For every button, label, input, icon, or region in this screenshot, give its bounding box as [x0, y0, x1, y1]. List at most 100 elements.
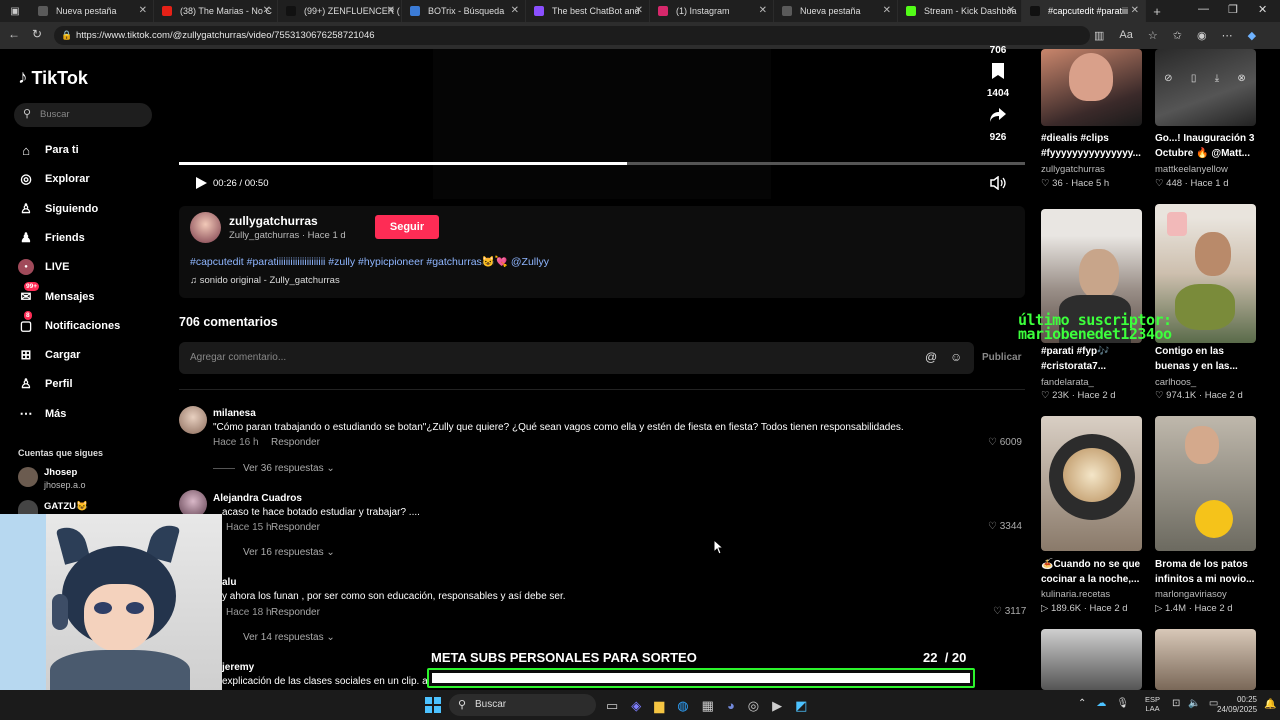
following-name[interactable]: Jhosep — [44, 467, 77, 478]
close-window-icon[interactable]: ✕ — [1258, 3, 1267, 16]
app-icon[interactable]: ◩ — [795, 698, 807, 714]
publish-button[interactable]: Publicar — [982, 352, 1021, 363]
volume-icon[interactable] — [990, 175, 1006, 193]
close-tab-icon[interactable]: ✕ — [1131, 5, 1139, 16]
sidebar-item-más[interactable]: ⋯ Más — [18, 406, 67, 422]
close-tab-icon[interactable]: ✕ — [139, 5, 147, 16]
favorite-star-icon[interactable]: ☆ — [1148, 29, 1158, 42]
author-name[interactable]: zullygatchurras — [229, 214, 318, 228]
video-progress-bar[interactable] — [179, 162, 1025, 165]
chevron-up-icon[interactable]: ⌃ — [1078, 698, 1086, 709]
windows-start-icon[interactable] — [425, 697, 441, 718]
post-sound[interactable]: ♫ sonido original - Zully_gatchurras — [190, 275, 340, 286]
task-view-icon[interactable]: ▭ — [606, 698, 618, 714]
comment-likes[interactable]: ♡ 6009 — [988, 437, 1022, 448]
close-tab-icon[interactable]: ✕ — [387, 5, 395, 16]
close-tab-icon[interactable]: ✕ — [511, 5, 519, 16]
post-caption[interactable]: #capcutedit #paratiiiiiiiiiiiiiiiiiiiii … — [190, 255, 549, 268]
discord-icon[interactable]: ◕ — [727, 698, 735, 714]
copilot-icon[interactable]: ◈ — [631, 698, 641, 714]
video-title[interactable]: #diealis #clips #fyyyyyyyyyyyyyyy... — [1041, 131, 1143, 161]
video-title[interactable]: Go...! Inauguración 3 Octubre 🔥 @Matt... — [1155, 131, 1257, 161]
store-icon[interactable]: ▦ — [702, 698, 714, 714]
notifications-icon[interactable]: 🔔 — [1264, 699, 1276, 710]
browser-tab[interactable]: Nueva pestaña ✕ — [774, 0, 898, 22]
volume-icon[interactable]: 🔈 — [1188, 698, 1200, 709]
browser-tab[interactable]: (38) The Marias - No C ✕ — [154, 0, 278, 22]
view-replies-button[interactable]: Ver 36 respuestas ⌄ — [243, 463, 335, 474]
sidebar-item-live[interactable]: ● LIVE — [18, 259, 69, 276]
comment-author[interactable]: milanesa — [213, 408, 256, 419]
reader-icon[interactable]: Aa — [1119, 29, 1132, 42]
video-player[interactable] — [179, 49, 1025, 199]
sidebar-item-explorar[interactable]: ◎ Explorar — [18, 171, 89, 187]
browser-tab[interactable]: #capcutedit #paratiii ✕ — [1022, 0, 1146, 22]
close-tab-icon[interactable]: ✕ — [263, 5, 271, 16]
view-replies-button[interactable]: Ver 14 respuestas ⌄ — [243, 632, 335, 643]
profile-icon[interactable]: ◉ — [1197, 29, 1207, 42]
clock[interactable]: 00:25 24/09/2025 — [1217, 695, 1257, 715]
video-thumbnail[interactable] — [1155, 416, 1256, 551]
comment-likes[interactable]: ♡ 3117 — [993, 606, 1026, 617]
video-title[interactable]: Contigo en las buenas y en las... — [1155, 344, 1257, 374]
language-indicator[interactable]: ESP LAA — [1145, 695, 1160, 713]
video-title[interactable]: #parati #fyp🎶 #cristorata7... — [1041, 344, 1143, 374]
browser-tab[interactable]: Stream - Kick Dashboa ✕ — [898, 0, 1022, 22]
sidebar-item-friends[interactable]: ♟ Friends — [18, 230, 85, 246]
bookmark-icon[interactable] — [990, 62, 1006, 84]
link-icon[interactable]: ⊘ — [1164, 73, 1172, 91]
reply-button[interactable]: Responder — [271, 607, 320, 618]
comment-likes[interactable]: ♡ 3344 — [988, 521, 1022, 532]
network-icon[interactable]: ⊡ — [1172, 698, 1180, 709]
url-field[interactable]: 🔒 https://www.tiktok.com/@zullygatchurra… — [54, 26, 1090, 45]
maximize-icon[interactable]: ❐ — [1228, 3, 1238, 16]
reply-button[interactable]: Responder — [271, 437, 320, 448]
video-author[interactable]: marlongaviriasoy — [1155, 589, 1227, 600]
video-author[interactable]: mattkeelanyellow — [1155, 164, 1228, 175]
reload-icon[interactable]: ↻ — [32, 27, 42, 41]
following-avatar[interactable] — [18, 467, 38, 487]
browser-tab[interactable]: (1) Instagram ✕ — [650, 0, 774, 22]
share-icon[interactable] — [989, 107, 1007, 128]
video-author[interactable]: zullygatchurras — [1041, 164, 1105, 175]
mention-icon[interactable]: @ — [925, 350, 937, 364]
video-author[interactable]: kulinaria.recetas — [1041, 589, 1110, 600]
phone-icon[interactable]: ▯ — [1191, 73, 1197, 91]
sidebar-item-para-ti[interactable]: ⌂ Para ti — [18, 142, 79, 158]
split-screen-icon[interactable]: ▥ — [1094, 29, 1104, 42]
browser-tab[interactable]: The best ChatBot and ✕ — [526, 0, 650, 22]
menu-dots-icon[interactable]: ⋯ — [1222, 29, 1233, 42]
sidebar-item-siguiendo[interactable]: ♙ Siguiendo — [18, 201, 98, 217]
author-avatar[interactable] — [190, 212, 221, 243]
video-thumbnail[interactable]: ⊘ ▯ ⤓ ⊗ — [1155, 49, 1256, 126]
view-replies-button[interactable]: Ver 16 respuestas ⌄ — [243, 547, 335, 558]
tiktok-logo[interactable]: ♪ TikTok — [18, 67, 88, 89]
download-icon[interactable]: ⤓ — [1215, 73, 1219, 91]
close-tab-icon[interactable]: ✕ — [759, 5, 767, 16]
tab-actions-icon[interactable]: ▣ — [0, 0, 30, 22]
video-thumbnail[interactable] — [1041, 416, 1142, 551]
video-author[interactable]: fandelarata_ — [1041, 377, 1094, 388]
favorites-icon[interactable]: ✩ — [1173, 29, 1182, 42]
emoji-icon[interactable]: ☺ — [950, 350, 962, 364]
comment-author[interactable]: jeremy — [222, 662, 254, 673]
sidebar-item-mensajes[interactable]: ✉ 99+ Mensajes — [18, 281, 95, 305]
microphone-icon[interactable]: 🎙 — [1116, 698, 1129, 709]
video-title[interactable]: Broma de los patos infinitos a mi novio.… — [1155, 557, 1257, 587]
taskbar-search[interactable]: ⚲ Buscar — [449, 694, 596, 716]
new-tab-button[interactable]: + — [1146, 4, 1168, 19]
file-explorer-icon[interactable]: ▆ — [654, 698, 664, 714]
close-tab-icon[interactable]: ✕ — [883, 5, 891, 16]
sidebar-item-notificaciones[interactable]: ▢ 8 Notificaciones — [18, 310, 120, 334]
following-name[interactable]: GATZU😺 — [44, 501, 88, 512]
video-thumbnail[interactable] — [1041, 629, 1142, 690]
video-thumbnail[interactable] — [1155, 629, 1256, 690]
follow-button[interactable]: Seguir — [375, 215, 439, 239]
media-player-icon[interactable]: ▶ — [772, 698, 782, 714]
reply-button[interactable]: Responder — [271, 522, 320, 533]
comment-author[interactable]: Alejandra Cuadros — [213, 493, 302, 504]
browser-tab[interactable]: (99+) ZENFLUENCER (✕ — [278, 0, 402, 22]
comment-author[interactable]: alu — [222, 577, 236, 588]
following-avatar[interactable] — [18, 500, 38, 514]
comment-avatar[interactable] — [179, 406, 207, 434]
